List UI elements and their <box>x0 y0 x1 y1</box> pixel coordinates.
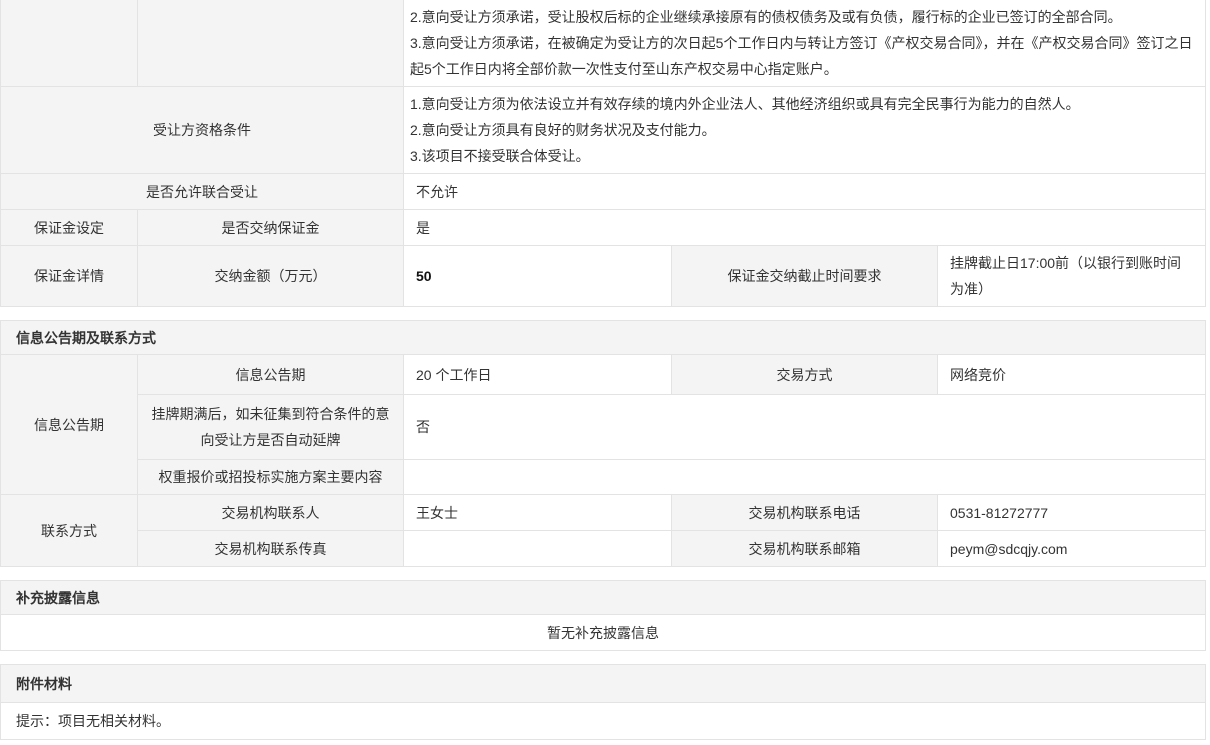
cell-period-label: 信息公告期 <box>138 355 404 395</box>
cell-period-value: 20 个工作日 <box>404 355 672 395</box>
cell-deposit-amount-value: 50 <box>404 246 672 307</box>
attachment-section-table: 附件材料 提示：项目无相关材料。 <box>0 664 1206 740</box>
cell-contact-person-label: 交易机构联系人 <box>138 495 404 531</box>
cell-qualification-value: 1.意向受让方须为依法设立并有效存续的境内外企业法人、其他经济组织或具有完全民事… <box>404 87 1206 174</box>
supplement-empty-text: 暂无补充披露信息 <box>1 615 1206 651</box>
cell-continued-group-label <box>1 0 138 87</box>
cell-auto-extend-value: 否 <box>404 395 1206 460</box>
cell-trade-method-value: 网络竞价 <box>938 355 1206 395</box>
cell-weight-quote-label: 权重报价或招投标实施方案主要内容 <box>138 460 404 495</box>
cell-contact-phone-label: 交易机构联系电话 <box>672 495 938 531</box>
cell-joint-transfer-value: 不允许 <box>404 174 1206 210</box>
cell-deposit-deadline-value: 挂牌截止日17:00前（以银行到账时间为准） <box>938 246 1206 307</box>
supplement-section-table: 补充披露信息 暂无补充披露信息 <box>0 580 1206 651</box>
cell-contact-person-value: 王女士 <box>404 495 672 531</box>
cell-contact-fax-value <box>404 531 672 567</box>
cell-weight-quote-value <box>404 460 1206 495</box>
attachment-hint-text: 提示：项目无相关材料。 <box>1 703 1206 740</box>
cell-deposit-required-label: 是否交纳保证金 <box>138 210 404 246</box>
transfer-conditions-table: 2.意向受让方须承诺，受让股权后标的企业继续承接原有的债权债务及或有负债，履行标… <box>0 0 1206 307</box>
cell-announcement-group: 信息公告期 <box>1 355 138 495</box>
announcement-section-title: 信息公告期及联系方式 <box>1 321 1206 355</box>
cell-deposit-amount-label: 交纳金额（万元） <box>138 246 404 307</box>
attachment-section-title: 附件材料 <box>1 665 1206 703</box>
cell-deposit-deadline-label: 保证金交纳截止时间要求 <box>672 246 938 307</box>
cell-contact-email-label: 交易机构联系邮箱 <box>672 531 938 567</box>
section-gap <box>0 307 1210 320</box>
cell-deposit-setting-group: 保证金设定 <box>1 210 138 246</box>
cell-contact-group: 联系方式 <box>1 495 138 567</box>
section-gap <box>0 651 1210 664</box>
cell-deposit-required-value: 是 <box>404 210 1206 246</box>
cell-deposit-detail-group: 保证金详情 <box>1 246 138 307</box>
cell-continued-sub-label <box>138 0 404 87</box>
cell-trade-method-label: 交易方式 <box>672 355 938 395</box>
cell-auto-extend-label: 挂牌期满后，如未征集到符合条件的意向受让方是否自动延牌 <box>138 395 404 460</box>
cell-joint-transfer-label: 是否允许联合受让 <box>1 174 404 210</box>
supplement-section-title: 补充披露信息 <box>1 581 1206 615</box>
cell-transferee-commitment-value: 2.意向受让方须承诺，受让股权后标的企业继续承接原有的债权债务及或有负债，履行标… <box>404 0 1206 87</box>
announcement-contact-table: 信息公告期及联系方式 信息公告期 信息公告期 20 个工作日 交易方式 网络竞价… <box>0 320 1206 567</box>
cell-qualification-label: 受让方资格条件 <box>1 87 404 174</box>
cell-contact-email-value: peym@sdcqjy.com <box>938 531 1206 567</box>
cell-contact-fax-label: 交易机构联系传真 <box>138 531 404 567</box>
section-gap <box>0 567 1210 580</box>
cell-contact-phone-value: 0531-81272777 <box>938 495 1206 531</box>
